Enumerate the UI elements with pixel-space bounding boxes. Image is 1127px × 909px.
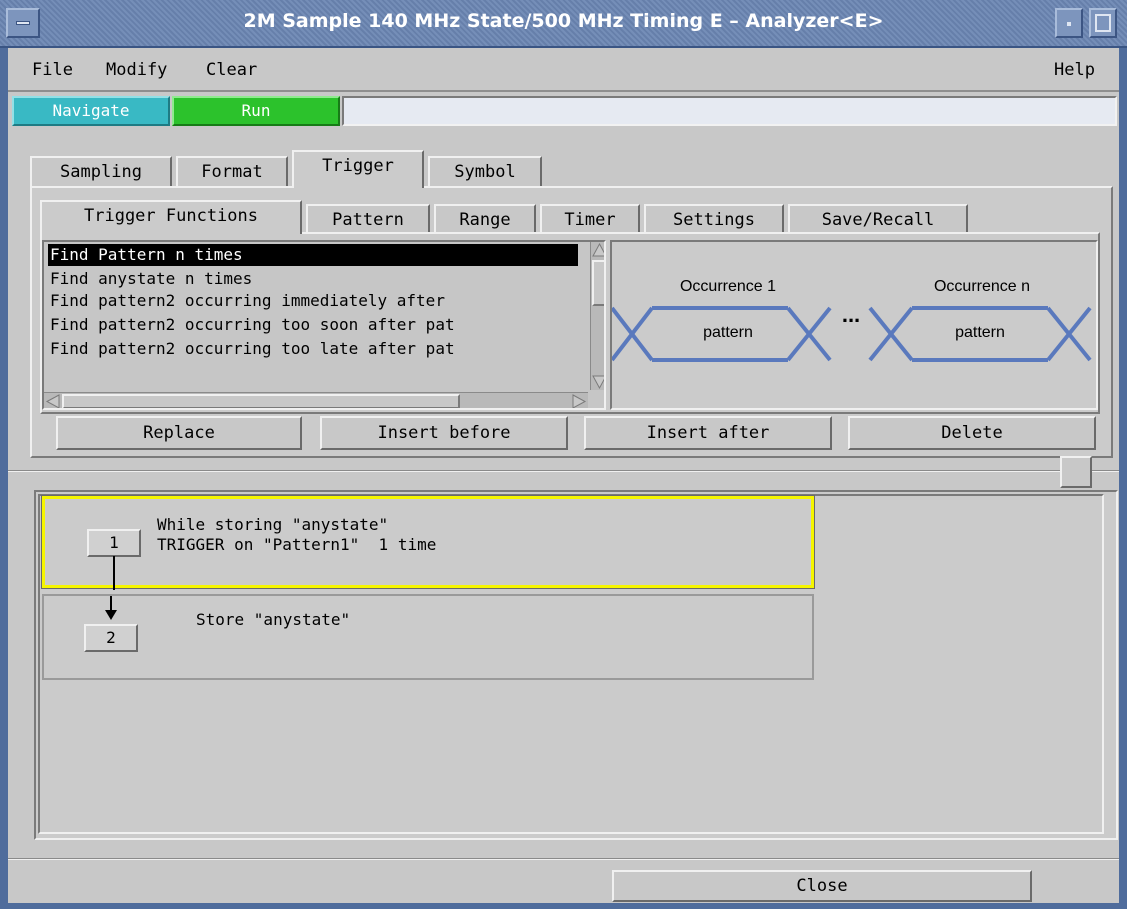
step-line-2: TRIGGER on "Pattern1" 1 time xyxy=(157,535,437,554)
list-item[interactable]: Find pattern2 occurring too soon after p… xyxy=(48,314,578,336)
step-connector xyxy=(113,556,115,590)
pattern-n-label: pattern xyxy=(955,324,1005,341)
toolbar: Navigate Run xyxy=(8,94,1119,130)
horizontal-scrollbar[interactable] xyxy=(44,392,588,409)
tab-format[interactable]: Format xyxy=(176,156,288,188)
maximize-icon[interactable] xyxy=(1089,8,1117,38)
sequence-step-1[interactable]: 1 While storing "anystate" TRIGGER on "P… xyxy=(41,495,815,590)
tab-range[interactable]: Range xyxy=(434,204,536,234)
status-field xyxy=(342,96,1117,126)
occurrence-1-label: Occurrence 1 xyxy=(679,278,777,295)
step-line-1: While storing "anystate" xyxy=(157,515,389,534)
trigger-function-list[interactable]: Find Pattern n times Find anystate n tim… xyxy=(42,240,606,410)
pane-divider xyxy=(8,470,1119,472)
list-item[interactable]: Find Pattern n times xyxy=(48,244,578,266)
step-number-button[interactable]: 1 xyxy=(87,529,141,557)
tab-sampling[interactable]: Sampling xyxy=(30,156,172,188)
run-button[interactable]: Run xyxy=(172,96,340,126)
step-line-1: Store "anystate" xyxy=(196,610,351,629)
arrow-down-icon xyxy=(105,610,117,620)
insert-after-button[interactable]: Insert after xyxy=(584,416,832,450)
trigger-diagram: Occurrence 1 Occurrence n pattern patter… xyxy=(610,240,1098,410)
horizontal-scroll-thumb[interactable] xyxy=(62,394,460,408)
navigate-button[interactable]: Navigate xyxy=(12,96,170,126)
close-button[interactable]: Close xyxy=(612,870,1032,902)
ellipsis: ... xyxy=(841,302,861,327)
sequence-step-2[interactable]: 2 Store "anystate" xyxy=(42,594,814,680)
vertical-scroll-thumb[interactable] xyxy=(592,260,604,306)
vertical-scrollbar[interactable] xyxy=(590,242,606,390)
delete-button[interactable]: Delete xyxy=(848,416,1096,450)
tab-symbol[interactable]: Symbol xyxy=(428,156,542,188)
menu-help[interactable]: Help xyxy=(1054,60,1095,80)
scroll-down-arrow-icon[interactable] xyxy=(592,374,606,390)
minimize-icon[interactable] xyxy=(1055,8,1083,38)
scroll-left-arrow-icon[interactable] xyxy=(45,394,61,409)
list-item[interactable]: Find anystate n times xyxy=(48,268,578,290)
splitter-handle[interactable] xyxy=(1060,456,1092,488)
menu-file[interactable]: File xyxy=(32,60,73,80)
occurrence-n-label: Occurrence n xyxy=(933,278,1031,295)
tab-save-recall[interactable]: Save/Recall xyxy=(788,204,968,234)
tab-trigger[interactable]: Trigger xyxy=(292,150,424,188)
insert-before-button[interactable]: Insert before xyxy=(320,416,568,450)
menu-modify[interactable]: Modify xyxy=(106,60,167,80)
list-item[interactable]: Find pattern2 occurring immediately afte… xyxy=(48,290,578,312)
window-title: 2M Sample 140 MHz State/500 MHz Timing E… xyxy=(243,10,884,32)
menu-bar: File Modify Clear Help xyxy=(8,50,1119,92)
step-number-button[interactable]: 2 xyxy=(84,624,138,652)
tab-timer[interactable]: Timer xyxy=(540,204,640,234)
tab-pattern[interactable]: Pattern xyxy=(306,204,430,234)
tab-settings[interactable]: Settings xyxy=(644,204,784,234)
tab-trigger-functions[interactable]: Trigger Functions xyxy=(40,200,302,234)
menu-clear[interactable]: Clear xyxy=(206,60,257,80)
footer-divider xyxy=(8,858,1119,860)
window-menu-icon[interactable] xyxy=(6,8,40,38)
title-bar[interactable]: 2M Sample 140 MHz State/500 MHz Timing E… xyxy=(0,0,1127,48)
replace-button[interactable]: Replace xyxy=(56,416,302,450)
pattern-1-label: pattern xyxy=(703,324,753,341)
list-item[interactable]: Find pattern2 occurring too late after p… xyxy=(48,338,578,360)
scroll-right-arrow-icon[interactable] xyxy=(571,394,587,409)
scroll-up-arrow-icon[interactable] xyxy=(592,242,606,258)
